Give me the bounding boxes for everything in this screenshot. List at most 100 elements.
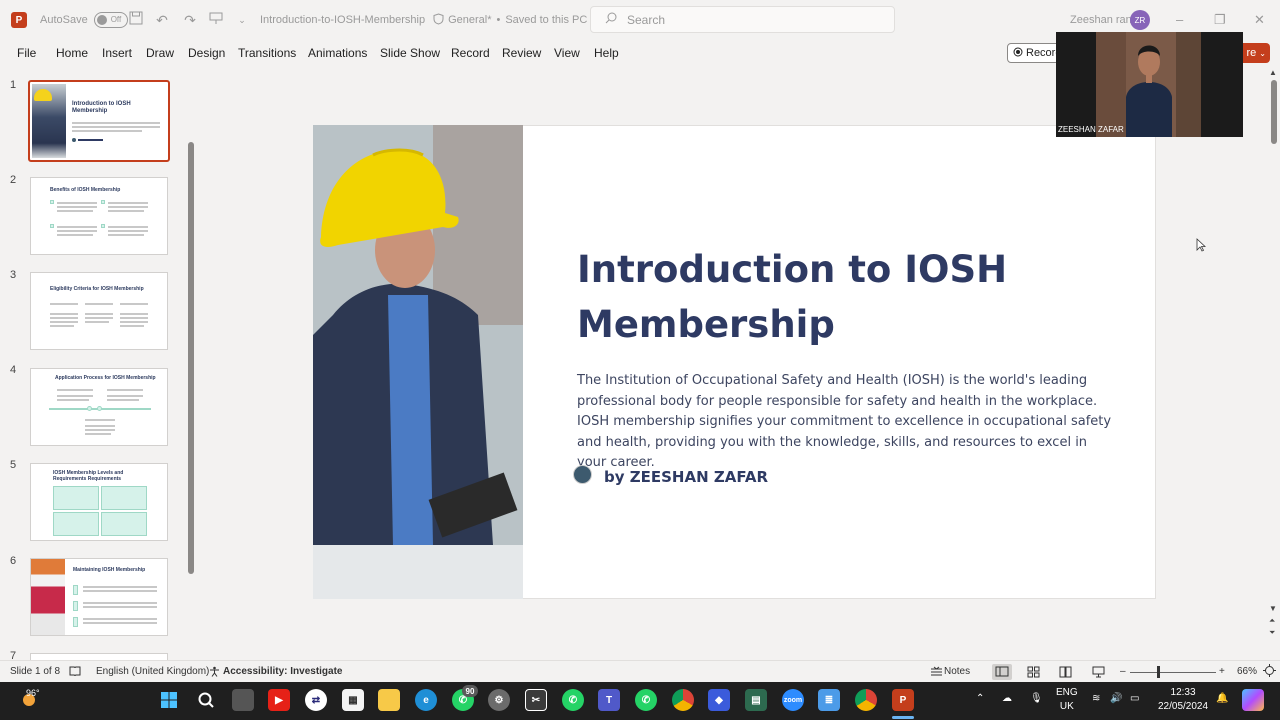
spelling-icon[interactable] bbox=[69, 666, 81, 680]
thumbnail-slide-2[interactable]: Benefits of IOSH Membership bbox=[30, 177, 168, 255]
slideshow-icon[interactable] bbox=[1092, 666, 1105, 681]
tab-file[interactable]: File bbox=[17, 46, 36, 60]
fit-to-window-icon[interactable] bbox=[1263, 664, 1276, 680]
time: 12:33 bbox=[1170, 687, 1196, 698]
thumbnail-title: Maintaining IOSH Membership bbox=[73, 567, 146, 573]
chevron-down-icon: ⌄ bbox=[1259, 48, 1266, 58]
accessibility-status[interactable]: Accessibility: Investigate bbox=[223, 666, 343, 677]
notes-icon[interactable] bbox=[930, 666, 943, 680]
slide-body-text[interactable]: The Institution of Occupational Safety a… bbox=[577, 371, 1117, 474]
slide-counter[interactable]: Slide 1 of 8 bbox=[10, 666, 60, 677]
app-icon[interactable]: ⇄ bbox=[305, 689, 327, 711]
zoom-icon[interactable]: zoom bbox=[782, 689, 804, 711]
tab-design[interactable]: Design bbox=[188, 46, 225, 60]
microsoft-store-icon[interactable]: ▦ bbox=[342, 689, 364, 711]
tab-home[interactable]: Home bbox=[56, 46, 88, 60]
minimize-icon[interactable]: – bbox=[1176, 12, 1183, 27]
teams-icon[interactable]: T bbox=[598, 689, 620, 711]
thumbnail-slide-4[interactable]: Application Process for IOSH Membership bbox=[30, 368, 168, 446]
thumbnail-number: 6 bbox=[10, 555, 17, 567]
zoom-slider-thumb[interactable] bbox=[1157, 666, 1160, 678]
onedrive-icon[interactable]: ☁ bbox=[1002, 692, 1012, 706]
microphone-icon[interactable]: 🎙 bbox=[1030, 692, 1043, 706]
app-icon[interactable]: ◆ bbox=[708, 689, 730, 711]
search-icon[interactable] bbox=[195, 689, 217, 711]
thumbnail-slide-1[interactable]: Introduction to IOSH Membership bbox=[28, 80, 170, 162]
document-title[interactable]: Introduction-to-IOSH-Membership General*… bbox=[260, 0, 599, 40]
customize-toolbar-icon[interactable]: ⌄ bbox=[233, 11, 251, 29]
notes-button[interactable]: Notes bbox=[944, 666, 970, 677]
redo-icon[interactable]: ↷ bbox=[181, 11, 199, 29]
notepad-icon[interactable]: ≣ bbox=[818, 689, 840, 711]
normal-view-icon[interactable] bbox=[992, 664, 1012, 680]
copilot-icon[interactable] bbox=[1242, 689, 1264, 711]
calculator-icon[interactable]: ▤ bbox=[745, 689, 767, 711]
tab-animations[interactable]: Animations bbox=[308, 46, 367, 60]
notifications-icon[interactable]: 🔔 bbox=[1216, 692, 1228, 706]
thumbnail-title: Application Process for IOSH Membership bbox=[55, 375, 156, 381]
search-box[interactable]: Search bbox=[590, 6, 895, 33]
task-view-icon[interactable] bbox=[232, 689, 254, 711]
autosave-toggle[interactable]: Off bbox=[93, 12, 128, 28]
chrome-icon[interactable] bbox=[672, 689, 694, 711]
scroll-up-icon[interactable]: ▲ bbox=[1269, 68, 1277, 77]
thumbnail-slide-5[interactable]: IOSH Membership Levels and Requirements … bbox=[30, 463, 168, 541]
previous-slide-icon[interactable]: ⏶ bbox=[1269, 616, 1275, 626]
scrollbar-thumb[interactable] bbox=[1271, 80, 1277, 144]
battery-icon[interactable]: ▭ bbox=[1130, 692, 1139, 706]
tab-draw[interactable]: Draw bbox=[146, 46, 174, 60]
settings-icon[interactable]: ⚙ bbox=[488, 689, 510, 711]
undo-icon[interactable]: ↶ bbox=[153, 11, 171, 29]
show-hidden-icons-icon[interactable]: ⌃ bbox=[976, 692, 984, 706]
language-status[interactable]: English (United Kingdom) bbox=[96, 666, 209, 677]
zoom-out-icon[interactable]: – bbox=[1120, 666, 1126, 677]
autosave-label: AutoSave bbox=[40, 14, 88, 26]
zoom-in-icon[interactable]: + bbox=[1219, 666, 1225, 677]
snipping-tool-icon[interactable]: ✂ bbox=[525, 689, 547, 711]
whatsapp-desktop-icon[interactable]: ✆ bbox=[562, 689, 584, 711]
tab-slide-show[interactable]: Slide Show bbox=[380, 46, 440, 60]
tab-transitions[interactable]: Transitions bbox=[238, 46, 296, 60]
tab-record[interactable]: Record bbox=[451, 46, 490, 60]
clock[interactable]: 12:33 22/05/2024 bbox=[1158, 686, 1208, 714]
thumbnail-slide-3[interactable]: Eligibility Criteria for IOSH Membership bbox=[30, 272, 168, 350]
edge-icon[interactable]: e bbox=[415, 689, 437, 711]
wifi-icon[interactable]: ≋ bbox=[1092, 692, 1100, 706]
thumbnail-slide-6[interactable]: Maintaining IOSH Membership bbox=[30, 558, 168, 636]
zoom-slider[interactable] bbox=[1130, 672, 1216, 673]
thumbnail-scrollbar[interactable] bbox=[188, 142, 194, 574]
restore-icon[interactable]: ❐ bbox=[1214, 12, 1226, 28]
zoom-level[interactable]: 66% bbox=[1237, 666, 1257, 677]
volume-icon[interactable]: 🔊 bbox=[1110, 692, 1122, 706]
date: 22/05/2024 bbox=[1158, 701, 1209, 712]
present-icon[interactable] bbox=[207, 11, 225, 29]
tab-help[interactable]: Help bbox=[594, 46, 619, 60]
save-icon[interactable] bbox=[127, 11, 145, 29]
slide-byline[interactable]: by ZEESHAN ZAFAR bbox=[604, 468, 768, 486]
next-slide-icon[interactable]: ⏷ bbox=[1269, 628, 1275, 638]
tab-review[interactable]: Review bbox=[502, 46, 541, 60]
weather-temperature[interactable]: 96° bbox=[26, 686, 40, 700]
whatsapp-web-icon[interactable]: ✆ bbox=[635, 689, 657, 711]
scroll-down-icon[interactable]: ▼ bbox=[1269, 604, 1277, 613]
youtube-icon[interactable]: ▶ bbox=[268, 689, 290, 711]
thumbnail-number: 7 bbox=[10, 650, 17, 660]
search-icon bbox=[605, 12, 617, 27]
language-indicator[interactable]: ENG UK bbox=[1056, 686, 1078, 714]
editor-scrollbar[interactable]: ▲ ▼ ⏶ ⏷ bbox=[1268, 66, 1280, 660]
file-explorer-icon[interactable] bbox=[378, 689, 400, 711]
tab-insert[interactable]: Insert bbox=[102, 46, 132, 60]
chrome-profile-icon[interactable] bbox=[855, 689, 877, 711]
accessibility-icon[interactable] bbox=[209, 666, 220, 680]
close-icon[interactable]: ✕ bbox=[1254, 12, 1265, 28]
status-bar: Slide 1 of 8 English (United Kingdom) Ac… bbox=[0, 660, 1280, 682]
reading-view-icon[interactable] bbox=[1059, 666, 1072, 681]
thumbnail-slide-7[interactable] bbox=[30, 653, 168, 660]
avatar[interactable]: ZR bbox=[1130, 10, 1150, 30]
autosave-control[interactable]: AutoSave Off bbox=[40, 0, 128, 40]
powerpoint-icon[interactable]: P bbox=[892, 689, 914, 711]
tab-view[interactable]: View bbox=[554, 46, 580, 60]
slide-title[interactable]: Introduction to IOSH Membership bbox=[577, 242, 1097, 352]
start-menu-icon[interactable] bbox=[158, 689, 180, 711]
slide-sorter-icon[interactable] bbox=[1027, 666, 1040, 681]
